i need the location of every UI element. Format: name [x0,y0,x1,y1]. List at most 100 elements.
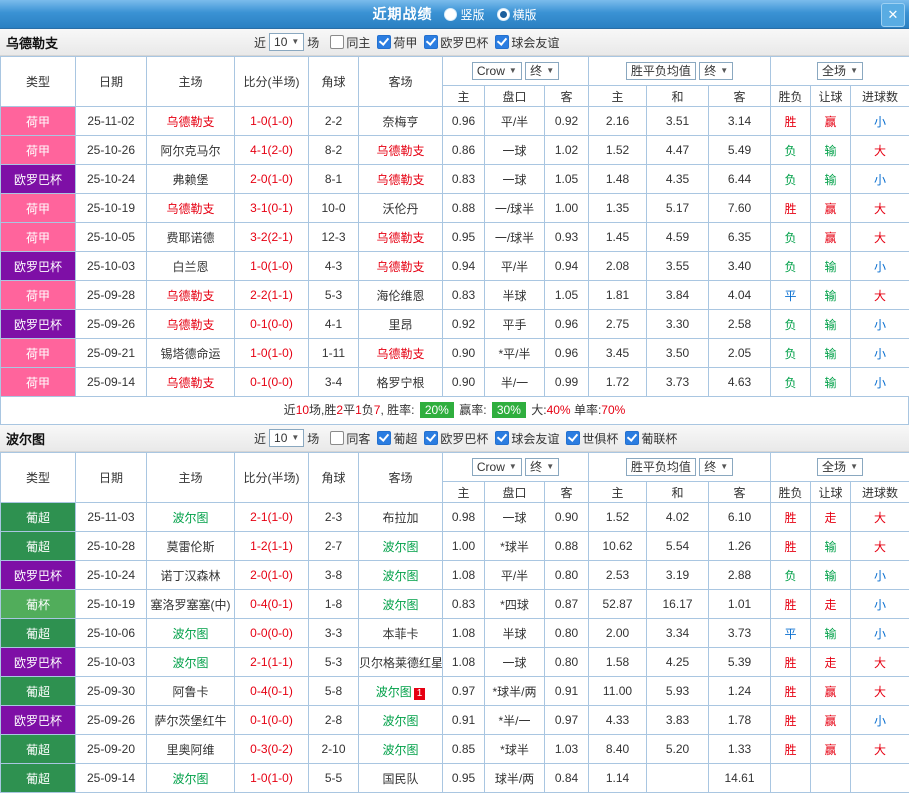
home-team-cell[interactable]: 波尔图 [147,648,235,677]
summary-part: 1 [355,403,362,417]
avg-draw-cell: 5.17 [647,194,709,223]
home-team-cell[interactable]: 锡塔德命运 [147,339,235,368]
league-cell: 葡超 [1,735,76,764]
away-team-cell[interactable]: 波尔图 [359,590,443,619]
home-team-cell[interactable]: 阿鲁卡 [147,677,235,706]
away-team-cell[interactable]: 乌德勒支 [359,136,443,165]
odds-time-select[interactable]: 终▼ [525,62,559,80]
odds-source-select[interactable]: Crow▼ [472,62,522,80]
games-count-select[interactable]: 10 ▼ [269,33,304,51]
handicap-result-cell: 赢 [811,735,851,764]
league-filter-checkbox[interactable]: 欧罗巴杯 [424,34,488,51]
goals-result-cell: 大 [851,281,909,310]
odds-away-cell: 0.84 [545,764,589,793]
league-filter-checkbox[interactable]: 荷甲 [377,34,417,51]
handicap-result-cell: 输 [811,532,851,561]
home-team-cell[interactable]: 波尔图 [147,619,235,648]
avg-label-select[interactable]: 胜平负均值 [626,458,696,476]
summary-part: 近 [284,403,296,417]
home-team-cell[interactable]: 乌德勒支 [147,194,235,223]
home-team-cell[interactable]: 乌德勒支 [147,310,235,339]
date-cell: 25-10-19 [76,590,147,619]
away-team-cell[interactable]: 乌德勒支 [359,252,443,281]
away-team-cell[interactable]: 贝尔格莱德红星 [359,648,443,677]
handicap-result-cell: 输 [811,339,851,368]
away-team-cell[interactable]: 沃伦丹 [359,194,443,223]
chevron-down-icon: ▼ [291,431,299,445]
away-team-cell[interactable]: 格罗宁根 [359,368,443,397]
league-filter-checkbox[interactable]: 葡联杯 [625,430,677,447]
away-team-cell[interactable]: 国民队 [359,764,443,793]
league-filter-checkbox[interactable]: 同主 [330,34,370,51]
away-team-cell[interactable]: 波尔图1 [359,677,443,706]
home-team-cell[interactable]: 里奥阿维 [147,735,235,764]
score-cell: 1-0(1-0) [235,252,309,281]
summary-part: , 胜率: [380,403,417,417]
avg-draw-cell: 4.59 [647,223,709,252]
odds-time-select[interactable]: 终▼ [525,458,559,476]
home-team-cell[interactable]: 波尔图 [147,764,235,793]
home-team-cell[interactable]: 萨尔茨堡红牛 [147,706,235,735]
league-filter-checkbox[interactable]: 球会友谊 [495,34,559,51]
away-team-cell[interactable]: 波尔图 [359,561,443,590]
home-team-cell[interactable]: 乌德勒支 [147,281,235,310]
home-team-cell[interactable]: 阿尔克马尔 [147,136,235,165]
avg-draw-cell: 4.47 [647,136,709,165]
avg-time-select[interactable]: 终▼ [699,62,733,80]
avg-time-select[interactable]: 终▼ [699,458,733,476]
checkbox-icon [495,35,509,49]
away-team-cell[interactable]: 乌德勒支 [359,165,443,194]
league-filter-checkbox[interactable]: 同客 [330,430,370,447]
match-rows: 葡超 25-11-03 波尔图 2-1(1-0) 2-3 布拉加 0.98 一球… [1,503,909,793]
layout-radio-horizontal[interactable]: 横版 [497,6,537,23]
away-team-cell[interactable]: 本菲卡 [359,619,443,648]
avg-label-select[interactable]: 胜平负均值 [626,62,696,80]
match-row: 欧罗巴杯 25-10-24 诺丁汉森林 2-0(1-0) 3-8 波尔图 1.0… [1,561,909,590]
home-team-cell[interactable]: 塞洛罗塞塞(中) [147,590,235,619]
avg-away-cell: 1.26 [709,532,771,561]
odds-source-select[interactable]: Crow▼ [472,458,522,476]
checkbox-icon [330,35,344,49]
scope-select[interactable]: 全场▼ [817,458,863,476]
avg-away-cell: 6.10 [709,503,771,532]
home-team-cell[interactable]: 莫雷伦斯 [147,532,235,561]
home-team-cell[interactable]: 费耶诺德 [147,223,235,252]
scope-select[interactable]: 全场▼ [817,62,863,80]
league-filter-checkbox[interactable]: 葡超 [377,430,417,447]
close-button[interactable]: ✕ [881,3,905,27]
home-team-cell[interactable]: 白兰恩 [147,252,235,281]
home-team-cell[interactable]: 波尔图 [147,503,235,532]
odds-home-cell: 0.95 [443,764,485,793]
layout-radio-vertical[interactable]: 竖版 [444,6,484,23]
handicap-cell: 一球 [485,503,545,532]
away-team-cell[interactable]: 布拉加 [359,503,443,532]
away-team-cell[interactable]: 里昂 [359,310,443,339]
avg-draw-cell: 16.17 [647,590,709,619]
away-team-cell[interactable]: 波尔图 [359,735,443,764]
date-cell: 25-09-26 [76,310,147,339]
home-team-cell[interactable]: 弗赖堡 [147,165,235,194]
away-team-cell[interactable]: 乌德勒支 [359,339,443,368]
league-filter-checkbox[interactable]: 球会友谊 [495,430,559,447]
odds-away-cell: 1.05 [545,281,589,310]
handicap-result-cell: 赢 [811,107,851,136]
home-team-cell[interactable]: 乌德勒支 [147,107,235,136]
goals-result-cell: 大 [851,503,909,532]
games-count-select[interactable]: 10 ▼ [269,429,304,447]
chevron-down-icon: ▼ [509,64,517,78]
away-team-cell[interactable]: 奈梅亨 [359,107,443,136]
league-filter-checkbox[interactable]: 世俱杯 [566,430,618,447]
goals-result-cell: 大 [851,648,909,677]
checkbox-icon [625,431,639,445]
chevron-down-icon: ▼ [546,460,554,474]
away-team-cell[interactable]: 海伦维恩 [359,281,443,310]
home-team-cell[interactable]: 诺丁汉森林 [147,561,235,590]
subcol-handicap-result: 让球 [811,86,851,107]
league-filter-checkbox[interactable]: 欧罗巴杯 [424,430,488,447]
home-team-cell[interactable]: 乌德勒支 [147,368,235,397]
away-team-cell[interactable]: 波尔图 [359,532,443,561]
away-team-cell[interactable]: 乌德勒支 [359,223,443,252]
summary-part: 70% [601,403,625,417]
away-team-cell[interactable]: 波尔图 [359,706,443,735]
col-header-date: 日期 [76,453,147,503]
